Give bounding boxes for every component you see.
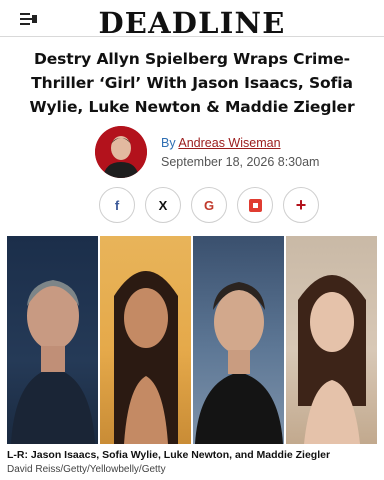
byline-prefix: By xyxy=(161,136,176,150)
facebook-icon: f xyxy=(114,197,120,213)
top-bar: DEADLINE xyxy=(0,0,384,40)
author-link[interactable]: Andreas Wiseman xyxy=(178,136,280,150)
flipboard-icon xyxy=(248,198,262,212)
gmail-share-button[interactable]: G xyxy=(191,187,227,223)
more-share-button[interactable]: + xyxy=(283,187,319,223)
photo-credit: David Reiss/Getty/Yellowbelly/Getty xyxy=(7,464,166,475)
photo-caption: L-R: Jason Isaacs, Sofia Wylie, Luke New… xyxy=(7,449,331,461)
x-icon: X xyxy=(158,197,168,213)
publish-date: September 18, 2026 8:30am xyxy=(161,155,320,169)
gmail-icon: G xyxy=(203,197,215,213)
article-photo[interactable] xyxy=(7,236,377,444)
site-logo[interactable]: DEADLINE xyxy=(0,6,384,40)
article-headline: Destry Allyn Spielberg Wraps Crime-Thril… xyxy=(29,50,355,116)
flipboard-share-button[interactable] xyxy=(237,187,273,223)
x-share-button[interactable]: X xyxy=(145,187,181,223)
share-buttons: f X G + xyxy=(99,187,319,223)
byline: By Andreas Wiseman xyxy=(161,136,281,150)
photo-panel-1 xyxy=(7,236,98,444)
photo-panel-2 xyxy=(100,236,191,444)
plus-icon: + xyxy=(295,194,307,215)
byline-block: By Andreas Wiseman September 18, 2026 8:… xyxy=(95,126,335,180)
facebook-share-button[interactable]: f xyxy=(99,187,135,223)
photo-panel-3 xyxy=(193,236,284,444)
author-avatar[interactable] xyxy=(95,126,147,178)
photo-panel-4 xyxy=(286,236,377,444)
